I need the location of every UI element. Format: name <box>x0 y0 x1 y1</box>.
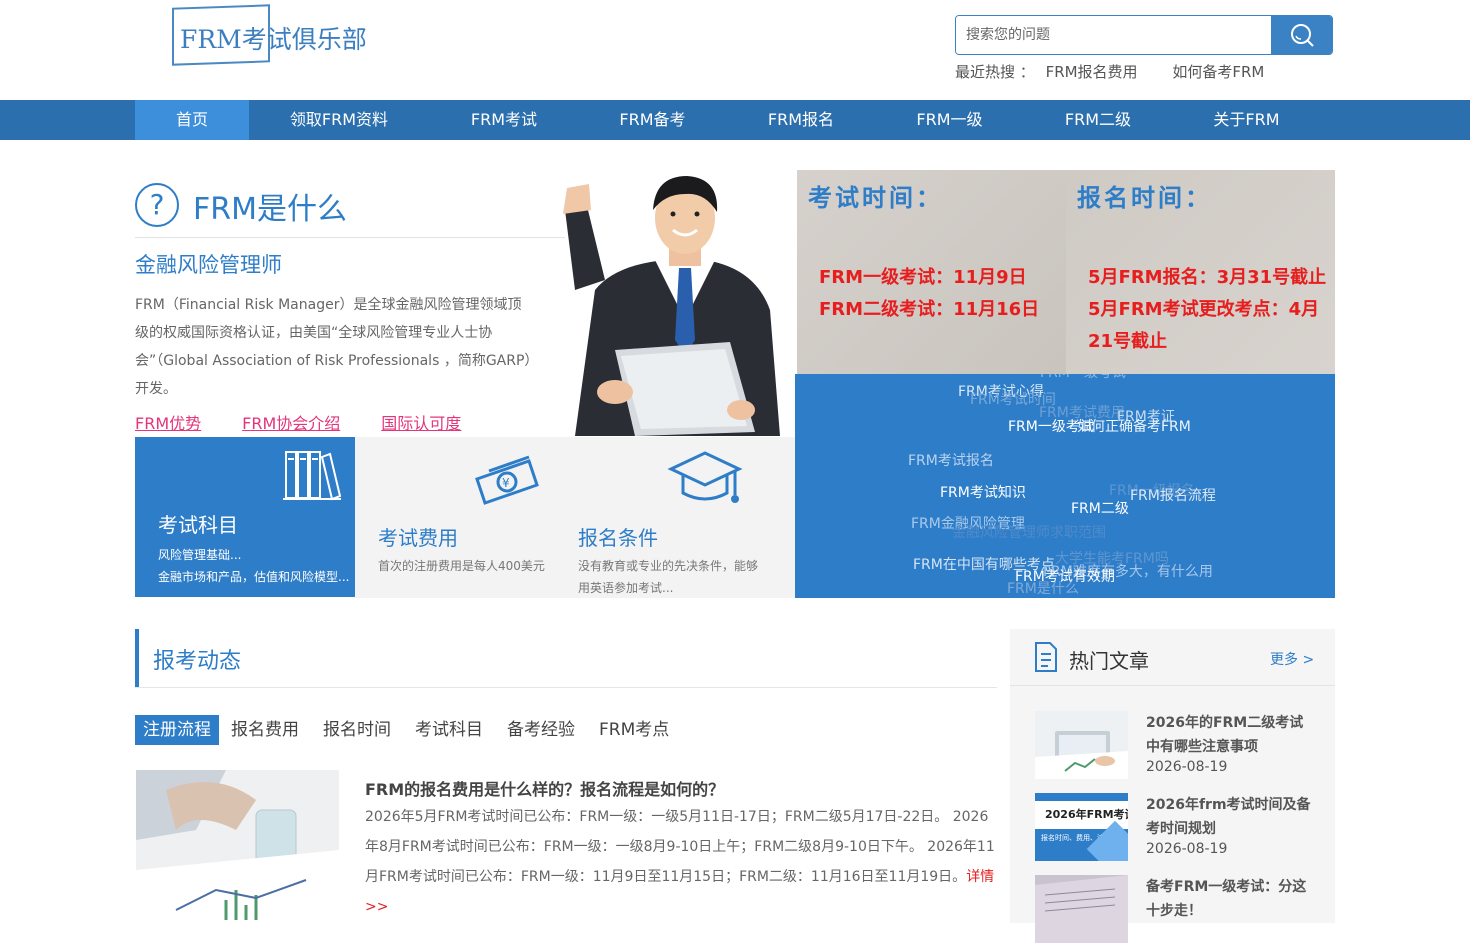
article-text: 2026年5月FRM考试时间已公布：FRM一级：一级5月11日-17日；FRM二… <box>365 802 995 922</box>
graduation-cap-icon <box>667 451 743 503</box>
exam-schedule-panel: 考试时间： FRM一级考试：11月9日 FRM二级考试：11月16日 报名时间：… <box>797 170 1335 374</box>
hot-article-item[interactable]: 2026年FRM考试 报名时间、费用、流程一览 2026年frm考试时间及备考时… <box>1035 793 1335 863</box>
divider <box>135 687 997 688</box>
tag-link[interactable]: FRM报名流程 <box>1130 485 1216 505</box>
hot-article-title: 2026年的FRM二级考试中有哪些注意事项 <box>1146 715 1304 755</box>
intro-link-recognition[interactable]: 国际认可度 <box>381 414 461 433</box>
card-title: 报名条件 <box>578 526 658 550</box>
intro-subtitle: 金融风险管理师 <box>135 253 282 277</box>
nav-item-level1[interactable]: FRM一级 <box>876 100 1023 140</box>
businessman-illustration <box>555 170 795 436</box>
hot-articles-header: 热门文章 更多 > <box>1010 629 1335 686</box>
hot-article-thumb: 2026年FRM考试 报名时间、费用、流程一览 <box>1035 793 1128 861</box>
search-input[interactable] <box>956 16 1272 54</box>
hot-searches-label: 最近热搜 ： <box>955 63 1035 81</box>
hot-search-link[interactable]: FRM报名费用 <box>1046 63 1138 81</box>
money-icon: ¥ <box>475 455 539 505</box>
exam-time-line: FRM二级考试：11月16日 <box>819 299 1040 320</box>
tab-subjects[interactable]: 考试科目 <box>407 715 491 745</box>
hot-article-item[interactable]: 备考FRM一级考试：分这十步走！ <box>1035 875 1335 945</box>
news-title: 报考动态 <box>153 649 242 674</box>
site-logo[interactable]: FRM考试俱乐部 <box>168 4 368 68</box>
site-header: FRM考试俱乐部 最近热搜 ： FRM报名费用 如何备考FRM <box>0 0 1470 100</box>
intro-title: FRM是什么 <box>193 192 347 227</box>
card-desc: 首次的注册费用是每人400美元 <box>378 559 545 573</box>
card-desc: 风险管理基础... 金融市场和产品，估值和风险模型... <box>158 544 349 588</box>
hot-articles-more-link[interactable]: 更多 > <box>1270 649 1314 669</box>
tab-centers[interactable]: FRM考点 <box>591 715 677 745</box>
card-title: 考试科目 <box>158 513 238 537</box>
tag-link[interactable]: FRM考试知识 <box>940 482 1026 502</box>
nav-item-register[interactable]: FRM报名 <box>726 100 876 140</box>
main-nav: 首页 领取FRM资料 FRM考试 FRM备考 FRM报名 FRM一级 FRM二级… <box>0 100 1470 140</box>
register-time-line: 5月FRM报名：3月31号截止 <box>1088 267 1327 288</box>
intro-link-advantage[interactable]: FRM优势 <box>135 414 201 433</box>
intro-links: FRM优势 FRM协会介绍 国际认可度 <box>135 410 502 434</box>
document-icon <box>1035 642 1057 672</box>
article-title[interactable]: FRM的报名费用是什么样的？报名流程是如何的？ <box>365 776 724 800</box>
tag-link[interactable]: FRM考试报名 <box>908 450 994 470</box>
divider <box>135 237 565 238</box>
card-title: 考试费用 <box>378 526 458 550</box>
register-time-box: 报名时间： 5月FRM报名：3月31号截止 5月FRM考试更改考点：4月21号截… <box>1066 170 1335 374</box>
register-time-line: 5月FRM考试更改考点：4月21号截止 <box>1088 299 1320 352</box>
hot-searches: 最近热搜 ： FRM报名费用 如何备考FRM <box>955 61 1294 82</box>
card-desc: 没有教育或专业的先决条件，能够用英语参加考试... <box>578 559 759 595</box>
cards-gray-area: ¥ 考试费用 首次的注册费用是每人400美元 报名条件 没有教育或专业的先决条件… <box>355 437 795 598</box>
hot-search-link[interactable]: 如何备考FRM <box>1172 63 1264 81</box>
tag-link[interactable]: FRM二级 <box>1071 498 1129 518</box>
tag-link[interactable]: 如何正确备考FRM <box>1077 416 1191 436</box>
nav-item-level2[interactable]: FRM二级 <box>1023 100 1173 140</box>
intro-link-association[interactable]: FRM协会介绍 <box>242 414 340 433</box>
exam-time-line: FRM一级考试：11月9日 <box>819 267 1027 288</box>
tab-register-process[interactable]: 注册流程 <box>135 715 219 745</box>
nav-item-exam[interactable]: FRM考试 <box>429 100 579 140</box>
hot-article-item[interactable]: 2026年的FRM二级考试中有哪些注意事项 2026-08-19 <box>1035 711 1335 781</box>
article-summary: 2026年5月FRM考试时间已公布：FRM一级：一级5月11日-17日；FRM二… <box>365 809 995 885</box>
hot-articles-title: 热门文章 <box>1069 649 1149 673</box>
news-accent-bar <box>135 629 139 687</box>
tag-link[interactable]: FRM是什么 <box>1007 578 1079 598</box>
hot-article-date: 2026-08-19 <box>1146 759 1228 775</box>
nav-item-home[interactable]: 首页 <box>135 100 249 140</box>
search-icon <box>1290 24 1314 47</box>
hot-article-title: 备考FRM一级考试：分这十步走！ <box>1146 879 1307 919</box>
register-time-title: 报名时间： <box>1077 184 1212 212</box>
card-exam-subjects[interactable]: 考试科目 风险管理基础... 金融市场和产品，估值和风险模型... <box>135 437 355 597</box>
card-desc-line: 金融市场和产品，估值和风险模型... <box>158 570 350 584</box>
search-box <box>955 15 1333 55</box>
hot-article-date: 2026-08-19 <box>1146 841 1228 857</box>
hot-article-thumb-text: 2026年FRM考试 <box>1045 808 1128 821</box>
tag-cloud: FRM一级考试 FRM考试心得 FRM考试时间 FRM考试费用 FRM考证 FR… <box>795 374 1335 598</box>
books-icon <box>283 451 341 501</box>
hot-article-title: 2026年frm考试时间及备考时间规划 <box>1146 797 1311 837</box>
tag-link[interactable]: 金融风险管理师求职范围 <box>952 522 1106 542</box>
article-image[interactable] <box>136 770 339 923</box>
nav-item-about[interactable]: 关于FRM <box>1173 100 1320 140</box>
svg-text:¥: ¥ <box>502 476 510 490</box>
nav-item-prep[interactable]: FRM备考 <box>579 100 726 140</box>
hot-article-thumb <box>1035 875 1128 943</box>
exam-time-box: 考试时间： FRM一级考试：11月9日 FRM二级考试：11月16日 <box>797 170 1066 374</box>
news-tabs: 注册流程 报名费用 报名时间 考试科目 备考经验 FRM考点 <box>135 715 681 745</box>
exam-time-title: 考试时间： <box>808 184 943 212</box>
question-icon: ? <box>135 183 179 227</box>
intro-text: FRM（Financial Risk Manager）是全球金融风险管理领域顶级… <box>135 297 532 397</box>
card-desc-line: 风险管理基础... <box>158 548 242 562</box>
tab-time[interactable]: 报名时间 <box>315 715 399 745</box>
tab-fee[interactable]: 报名费用 <box>223 715 307 745</box>
logo-text: FRM考试俱乐部 <box>180 25 367 54</box>
tag-link[interactable]: FRM一级考试 <box>1040 374 1126 382</box>
search-button[interactable] <box>1271 16 1332 54</box>
hot-articles-panel: 热门文章 更多 > 2026年的FRM二级考试中有哪些注意事项 2026-08-… <box>1010 629 1335 943</box>
hot-article-thumb <box>1035 711 1128 779</box>
nav-item-materials[interactable]: 领取FRM资料 <box>249 100 429 140</box>
tab-experience[interactable]: 备考经验 <box>499 715 583 745</box>
